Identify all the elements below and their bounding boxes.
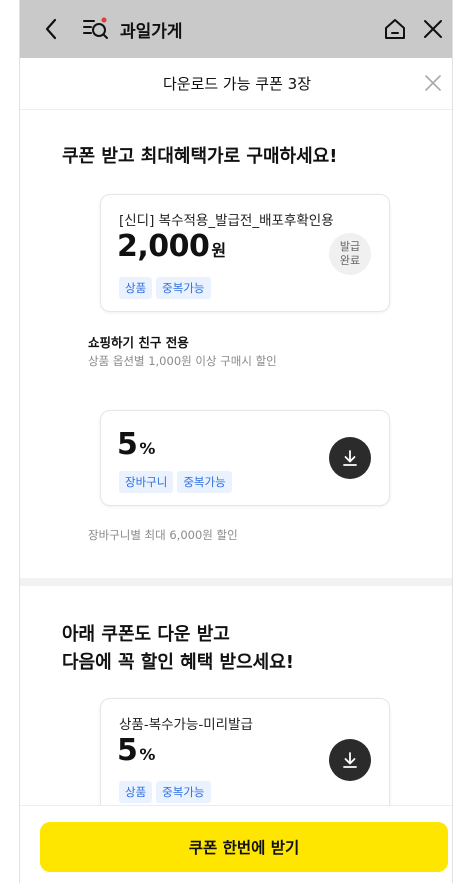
close-icon[interactable] bbox=[420, 16, 446, 42]
coupon-amount: 5% bbox=[117, 427, 155, 462]
download-icon[interactable] bbox=[329, 739, 371, 781]
coupon-card: 5% 장바구니 중복가능 bbox=[100, 410, 390, 506]
section-divider bbox=[20, 578, 452, 586]
download-all-coupons-button[interactable]: 쿠폰 한번에 받기 bbox=[40, 822, 448, 872]
download-icon[interactable] bbox=[329, 437, 371, 479]
coupon-amount-unit: % bbox=[139, 439, 156, 458]
store-search-icon[interactable] bbox=[82, 16, 110, 42]
coupon-badges: 상품 중복가능 bbox=[119, 781, 211, 803]
coupon-amount-value: 5 bbox=[117, 427, 138, 462]
coupon-amount-unit: 원 bbox=[211, 241, 227, 260]
coupon-amount: 2,000 원 bbox=[117, 229, 226, 264]
section1-heading: 쿠폰 받고 최대혜택가로 구매하세요! bbox=[62, 146, 338, 167]
chevron-left-icon[interactable] bbox=[38, 16, 64, 42]
coupon-name: 상품-복수가능-미리발급 bbox=[119, 717, 253, 733]
badge-stackable: 중복가능 bbox=[156, 277, 211, 299]
coupon-badges: 상품 중복가능 bbox=[119, 277, 211, 299]
coupon-amount-value: 5 bbox=[117, 733, 138, 768]
sheet-header: 다운로드 가능 쿠폰 3장 bbox=[20, 58, 452, 110]
coupon-amount: 5% bbox=[117, 733, 155, 768]
sheet-title: 다운로드 가능 쿠폰 3장 bbox=[162, 75, 312, 93]
issued-status-badge: 발급 완료 bbox=[329, 233, 371, 275]
store-name[interactable]: 과일가게 bbox=[120, 17, 183, 42]
home-icon[interactable] bbox=[382, 16, 408, 42]
section2-heading-line2: 다음에 꼭 할인 혜택 받으세요! bbox=[62, 652, 294, 673]
badge-product: 상품 bbox=[119, 781, 153, 803]
badge-stackable: 중복가능 bbox=[177, 471, 232, 493]
coupon-sheet-frame: 과일가게 다운로드 가능 쿠폰 3장 쿠폰 받고 최대혜택가로 구매하세요! [ bbox=[19, 0, 453, 883]
coupon-note-title: 쇼핑하기 친구 전용 bbox=[88, 335, 189, 350]
coupon-note-desc: 장바구니별 최대 6,000원 할인 bbox=[88, 528, 238, 542]
section2-heading-line1: 아래 쿠폰도 다운 받고 bbox=[62, 624, 230, 645]
coupon-badges: 장바구니 중복가능 bbox=[119, 471, 232, 493]
bottom-action-bar: 쿠폰 한번에 받기 bbox=[20, 805, 452, 883]
badge-stackable: 중복가능 bbox=[156, 781, 211, 803]
coupon-name: [신디] 복수적용_발급전_배포후확인용 bbox=[119, 213, 334, 229]
badge-cart: 장바구니 bbox=[119, 471, 174, 493]
badge-product: 상품 bbox=[119, 277, 153, 299]
coupon-amount-unit: % bbox=[139, 745, 156, 764]
coupon-amount-value: 2,000 bbox=[117, 229, 210, 264]
sheet-close-icon[interactable] bbox=[422, 72, 444, 94]
coupon-card: 상품-복수가능-미리발급 5% 상품 중복가능 bbox=[100, 698, 390, 818]
coupon-card: [신디] 복수적용_발급전_배포후확인용 2,000 원 상품 중복가능 발급 완… bbox=[100, 194, 390, 312]
coupon-note-desc: 상품 옵션별 1,000원 이상 구매시 할인 bbox=[88, 354, 277, 368]
app-bar: 과일가게 bbox=[20, 0, 452, 58]
